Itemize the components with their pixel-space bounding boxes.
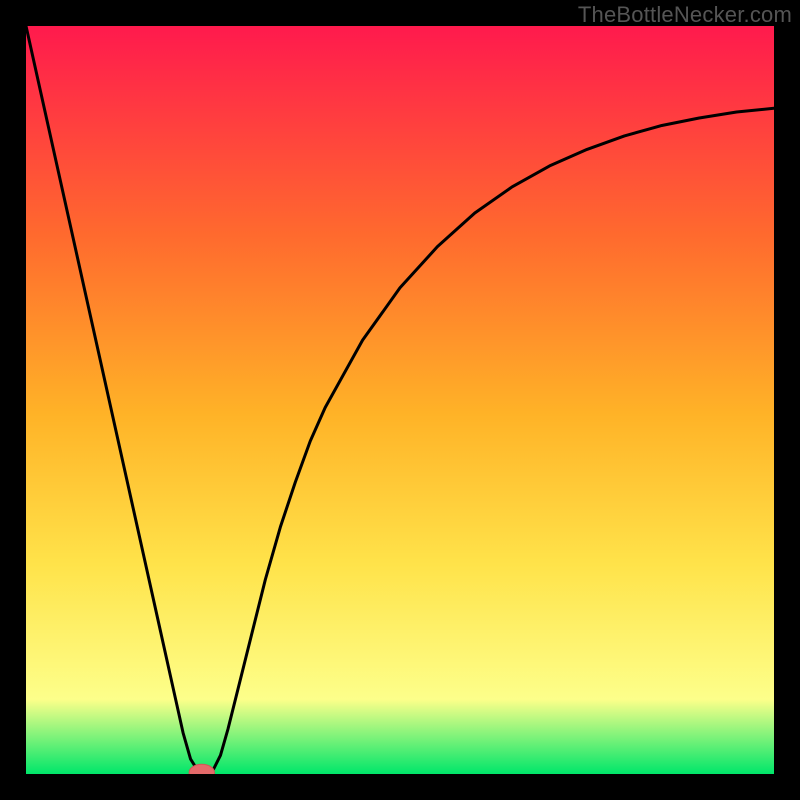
chart-svg — [26, 26, 774, 774]
gradient-background — [26, 26, 774, 774]
chart-container: TheBottleNecker.com — [0, 0, 800, 800]
watermark-text: TheBottleNecker.com — [578, 2, 792, 28]
plot-area — [26, 26, 774, 774]
